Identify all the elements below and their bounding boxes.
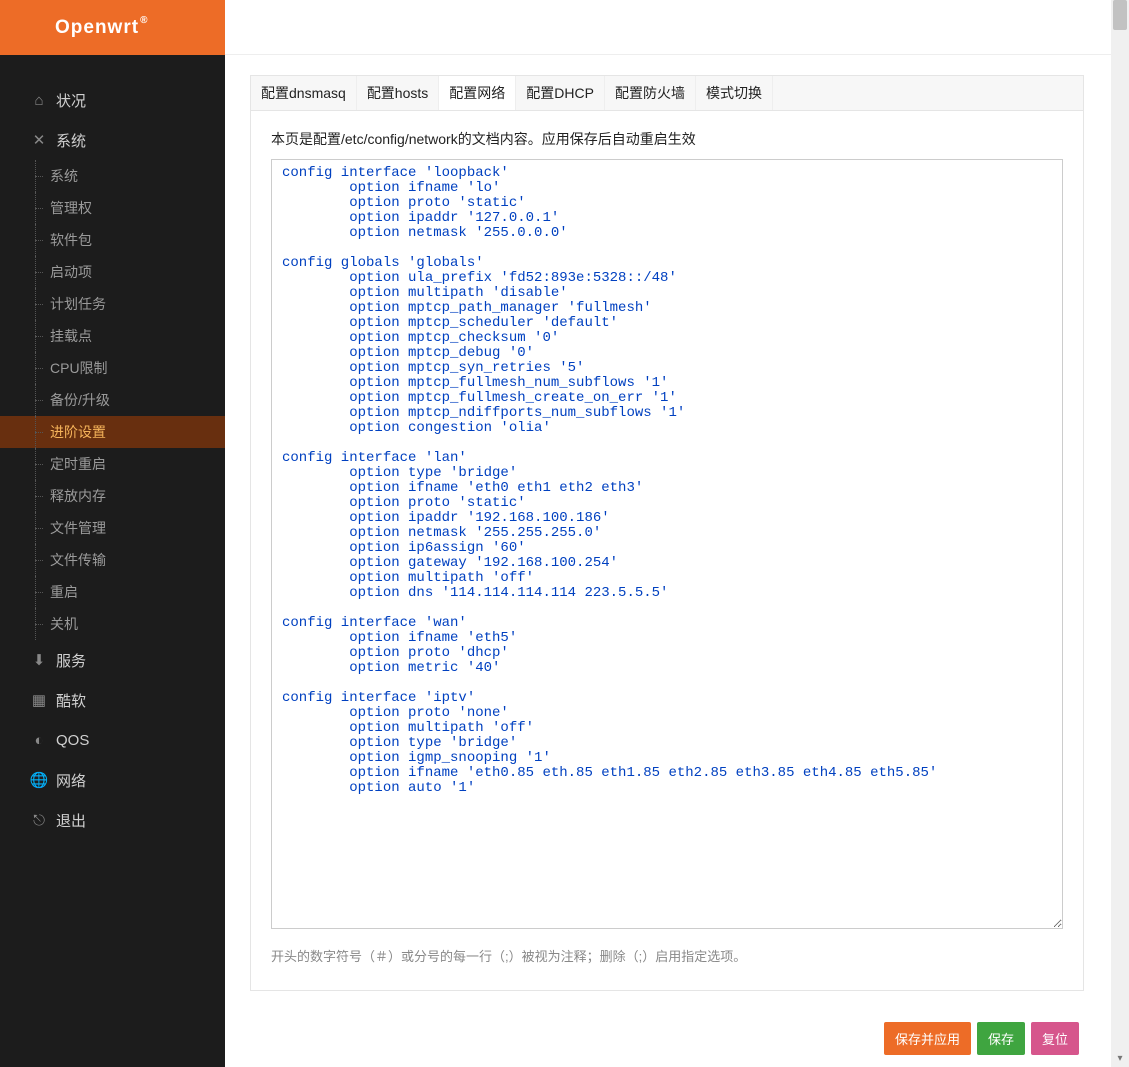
- sidebar-sub-cron[interactable]: 计划任务: [0, 288, 225, 320]
- reset-button[interactable]: 复位: [1031, 1022, 1079, 1055]
- sidebar-sub-advanced[interactable]: 进阶设置: [0, 416, 225, 448]
- sidebar-sub-startup[interactable]: 启动项: [0, 256, 225, 288]
- tabs: 配置dnsmasq 配置hosts 配置网络 配置DHCP 配置防火墙 模式切换: [250, 75, 1084, 111]
- sidebar-sub-filetrans[interactable]: 文件传输: [0, 544, 225, 576]
- tab-dhcp[interactable]: 配置DHCP: [516, 76, 605, 110]
- sidebar-item-services[interactable]: ⬇ 服务: [0, 640, 225, 680]
- tab-firewall[interactable]: 配置防火墙: [605, 76, 696, 110]
- tab-hosts[interactable]: 配置hosts: [357, 76, 439, 110]
- sidebar-sub-cpulimit[interactable]: CPU限制: [0, 352, 225, 384]
- sidebar-item-status[interactable]: ⌂ 状况: [0, 80, 225, 120]
- page-hint: 开头的数字符号（＃）或分号的每一行（;）被视为注释；删除（;）启用指定选项。: [271, 946, 1063, 965]
- page-scrollbar[interactable]: ▴ ▾: [1111, 0, 1129, 1067]
- sidebar-sub-backup[interactable]: 备份/升级: [0, 384, 225, 416]
- sidebar-item-qos[interactable]: ◐ QOS: [0, 720, 225, 760]
- header-blank: [225, 0, 1129, 55]
- brand-reg: ®: [140, 15, 148, 26]
- sidebar-item-cool[interactable]: ▦ 酷软: [0, 680, 225, 720]
- sidebar-label: QOS: [56, 732, 89, 749]
- tab-network[interactable]: 配置网络: [439, 76, 516, 110]
- save-button[interactable]: 保存: [977, 1022, 1025, 1055]
- scroll-thumb[interactable]: [1113, 0, 1127, 30]
- sidebar-item-logout[interactable]: ⎋ 退出: [0, 800, 225, 840]
- header-logo-area: Openwrt®: [0, 0, 225, 55]
- action-buttons: 保存并应用 保存 复位: [884, 1022, 1079, 1055]
- sidebar-label: 服务: [56, 650, 86, 671]
- sidebar-sub-packages[interactable]: 软件包: [0, 224, 225, 256]
- save-apply-button[interactable]: 保存并应用: [884, 1022, 971, 1055]
- globe-icon: 🌐: [28, 771, 50, 789]
- sidebar-label: 网络: [56, 770, 86, 791]
- sidebar-sub-freemem[interactable]: 释放内存: [0, 480, 225, 512]
- config-panel: 本页是配置/etc/config/network的文档内容。应用保存后自动重启生…: [250, 111, 1084, 991]
- gauge-icon: ◐: [28, 732, 50, 749]
- sidebar-label: 酷软: [56, 690, 86, 711]
- sidebar-sub-admin[interactable]: 管理权: [0, 192, 225, 224]
- brand-logo: Openwrt®: [55, 17, 147, 39]
- sidebar-sub-reboot-timer[interactable]: 定时重启: [0, 448, 225, 480]
- tab-dnsmasq[interactable]: 配置dnsmasq: [251, 76, 357, 110]
- tab-mode[interactable]: 模式切换: [696, 76, 773, 110]
- grid-icon: ▦: [28, 691, 50, 709]
- sidebar-label: 退出: [56, 810, 86, 831]
- config-textarea[interactable]: [271, 159, 1063, 929]
- sidebar-sub-system[interactable]: 系统: [0, 160, 225, 192]
- logout-icon: ⎋: [28, 812, 50, 829]
- sidebar-label: 系统: [56, 130, 86, 151]
- home-icon: ⌂: [28, 92, 50, 109]
- sidebar-sub-filemgr[interactable]: 文件管理: [0, 512, 225, 544]
- sidebar-item-network[interactable]: 🌐 网络: [0, 760, 225, 800]
- sidebar-label: 状况: [56, 90, 86, 111]
- page-description: 本页是配置/etc/config/network的文档内容。应用保存后自动重启生…: [271, 129, 1063, 149]
- sidebar-item-system[interactable]: ✕ 系统: [0, 120, 225, 160]
- sidebar-sub-shutdown[interactable]: 关机: [0, 608, 225, 640]
- sidebar-sub-reboot[interactable]: 重启: [0, 576, 225, 608]
- scroll-down-icon[interactable]: ▾: [1111, 1049, 1129, 1067]
- sidebar-sub-mounts[interactable]: 挂载点: [0, 320, 225, 352]
- download-icon: ⬇: [28, 651, 50, 669]
- brand-name: Openwrt: [55, 17, 139, 38]
- sidebar: ⌂ 状况 ✕ 系统 系统 管理权 软件包 启动项 计划任务 挂载点 CPU限制 …: [0, 55, 225, 1067]
- tools-icon: ✕: [28, 131, 50, 149]
- main-content: 配置dnsmasq 配置hosts 配置网络 配置DHCP 配置防火墙 模式切换…: [225, 55, 1109, 1067]
